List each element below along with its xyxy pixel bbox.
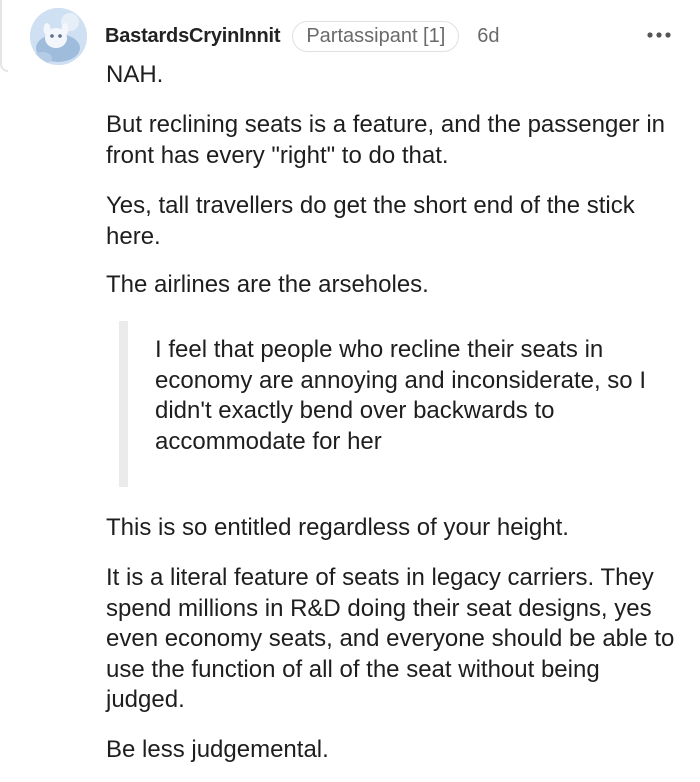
comment-paragraph: The airlines are the arseholes. — [106, 271, 429, 298]
more-horizontal-icon[interactable] — [646, 23, 672, 47]
comment-paragraph: Be less judgemental. — [106, 736, 329, 763]
user-flair-badge: Partassipant [1] — [292, 20, 460, 52]
avatar-image — [30, 8, 87, 65]
comment-paragraph: This is so entitled regardless of your h… — [106, 514, 569, 541]
username-link[interactable]: BastardsCryinInnit — [105, 25, 281, 48]
thread-line — [0, 0, 8, 72]
comment-paragraph: But reclining seats is a feature, and th… — [106, 111, 666, 169]
avatar[interactable] — [30, 8, 87, 65]
blockquote: I feel that people who recline their sea… — [119, 321, 668, 487]
comment-paragraph: It is a literal feature of seats in lega… — [106, 564, 675, 713]
comment-header: BastardsCryinInnit Partassipant [1] 6d — [105, 19, 500, 53]
quote-text: I feel that people who recline their sea… — [155, 336, 646, 455]
comment-timestamp[interactable]: 6d — [477, 25, 499, 48]
comment-paragraph: NAH. — [106, 61, 164, 88]
comment-paragraph: Yes, tall travellers do get the short en… — [106, 192, 635, 250]
